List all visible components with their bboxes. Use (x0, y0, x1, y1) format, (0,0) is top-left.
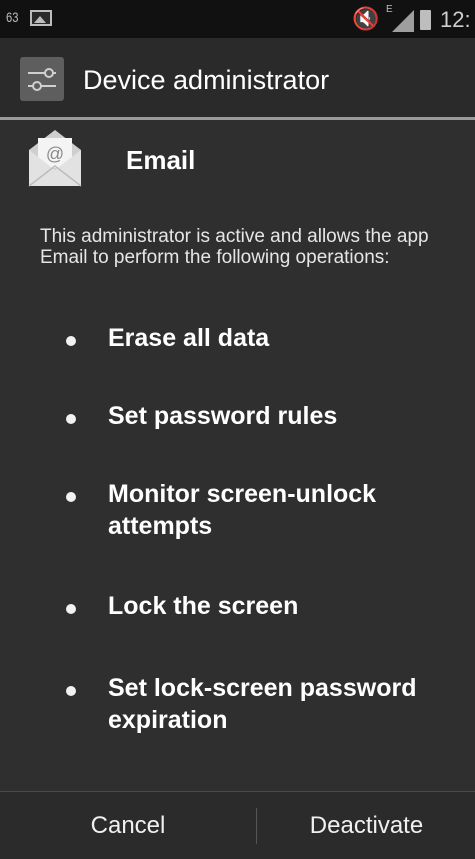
deactivate-button[interactable]: Deactivate (258, 792, 475, 859)
email-icon: @ (25, 128, 85, 190)
cancel-button[interactable]: Cancel (0, 792, 256, 859)
description-text: This administrator is active and allows … (40, 226, 429, 268)
settings-icon[interactable] (20, 57, 64, 101)
action-bar: Device administrator (0, 38, 475, 120)
bullet-icon (66, 686, 76, 696)
bullet-icon (66, 604, 76, 614)
permission-label: Set lock-screen password expiration (108, 674, 417, 734)
button-bar: Cancel Deactivate (0, 791, 475, 859)
notification-count: 63 (6, 9, 19, 25)
permission-label: Erase all data (108, 324, 270, 352)
bullet-icon (66, 336, 76, 346)
mute-icon: 🔇 (352, 6, 380, 31)
signal-icon (392, 10, 414, 32)
permission-label: Set password rules (108, 402, 338, 430)
image-icon (30, 10, 52, 26)
button-divider (256, 808, 257, 844)
battery-icon (420, 10, 431, 30)
permission-label: Lock the screen (108, 592, 299, 620)
bullet-icon (66, 492, 76, 502)
svg-text:@: @ (46, 144, 64, 164)
permission-label: Monitor screen-unlock attempts (108, 480, 377, 540)
app-name: Email (126, 145, 196, 175)
bullet-icon (66, 414, 76, 424)
clock: 12: (440, 7, 471, 32)
status-bar: 63 🔇 E 12: (0, 0, 475, 38)
page-title: Device administrator (83, 65, 330, 95)
